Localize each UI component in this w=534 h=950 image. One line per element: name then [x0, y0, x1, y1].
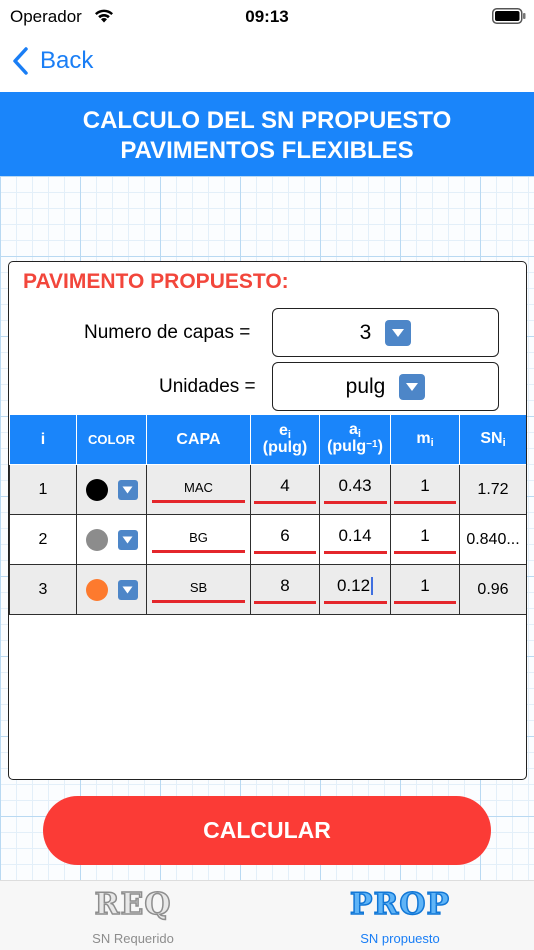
header-coefficient: ai (pulg−1): [319, 414, 391, 465]
chevron-down-icon[interactable]: [117, 479, 138, 500]
layers-count-select[interactable]: 3: [272, 308, 499, 357]
color-swatch: [85, 578, 108, 601]
chevron-down-icon: [385, 319, 412, 346]
header-a-exp: −1: [366, 439, 378, 450]
row-thickness-cell: 4: [250, 464, 320, 515]
header-i: i: [9, 414, 77, 465]
req-icon: REQ: [94, 887, 172, 922]
row-coefficient-cell: 0.43: [319, 464, 391, 515]
row-coefficient-cell: 0.14: [319, 514, 391, 565]
header-a: a: [349, 421, 358, 438]
coefficient-input[interactable]: 0.43: [323, 476, 387, 504]
layer-name-input[interactable]: BG: [152, 527, 245, 553]
row-layer-cell: SB: [146, 564, 251, 615]
prop-icon: PROP: [349, 887, 451, 922]
coefficient-input[interactable]: 0.14: [323, 526, 387, 554]
thickness-input[interactable]: 6: [254, 526, 316, 554]
color-swatch: [85, 528, 108, 551]
text-cursor: [371, 577, 374, 596]
page-title-line-2: PAVIMENTOS FLEXIBLES: [120, 137, 414, 164]
row-drainage-cell: 1: [390, 564, 460, 615]
row-coefficient-cell: 0.12: [319, 564, 391, 615]
layer-name-input[interactable]: MAC: [152, 477, 245, 503]
row-index: 2: [9, 514, 77, 565]
thickness-input[interactable]: 4: [254, 476, 316, 504]
row-layer-cell: BG: [146, 514, 251, 565]
section-title: PAVIMENTO PROPUESTO:: [23, 270, 289, 293]
drainage-input[interactable]: 1: [394, 576, 456, 604]
units-label: Unidades =: [159, 376, 256, 397]
header-e-sub: i: [287, 429, 291, 441]
row-thickness-cell: 6: [250, 514, 320, 565]
row-drainage-cell: 1: [390, 514, 460, 565]
table-row: 3 SB 8 0.12 1 0.96: [9, 564, 526, 615]
back-button[interactable]: Back: [10, 44, 93, 78]
tab-sn-requerido[interactable]: REQ SN Requerido: [33, 887, 233, 946]
calculate-button[interactable]: CALCULAR: [43, 796, 491, 865]
row-sn-value: 0.840...: [459, 514, 526, 565]
header-m: m: [416, 430, 431, 447]
tab-sn-propuesto[interactable]: PROP SN propuesto: [300, 887, 500, 946]
tab-label: SN Requerido: [92, 931, 174, 946]
drainage-input[interactable]: 1: [394, 526, 456, 554]
tab-label: SN propuesto: [360, 931, 440, 946]
layers-table: i COLOR CAPA ei (pulg) ai (pulg−1) mi SN…: [9, 414, 526, 615]
row-index: 1: [9, 464, 77, 515]
row-index: 3: [9, 564, 77, 615]
tab-bar: REQ SN Requerido PROP SN propuesto: [0, 880, 534, 950]
header-capa: CAPA: [146, 414, 251, 465]
chevron-down-icon[interactable]: [117, 529, 138, 550]
chevron-down-icon: [399, 373, 426, 400]
navigation-bar: Back: [0, 34, 534, 92]
page-title-line-1: CALCULO DEL SN PROPUESTO: [82, 107, 452, 134]
header-m-sub: i: [430, 437, 434, 449]
table-row: 1 MAC 4 0.43 1 1.72: [9, 464, 526, 515]
row-color-cell: [76, 514, 147, 565]
header-e: e: [279, 422, 288, 439]
row-thickness-cell: 8: [250, 564, 320, 615]
header-e-unit: (pulg): [262, 439, 308, 456]
header-thickness: ei (pulg): [250, 414, 320, 465]
layers-count-label: Numero de capas =: [84, 322, 251, 343]
battery-icon: [492, 8, 526, 24]
coefficient-value: 0.12: [336, 575, 371, 595]
color-swatch: [85, 478, 108, 501]
header-sn: SNi: [459, 414, 526, 465]
header-sn-label: SN: [480, 430, 503, 447]
chevron-down-icon[interactable]: [117, 579, 138, 600]
layers-count-value: 3: [359, 320, 372, 344]
back-label: Back: [40, 47, 94, 74]
drainage-input[interactable]: 1: [394, 476, 456, 504]
header-a-unit: (pulg: [327, 438, 367, 455]
row-color-cell: [76, 464, 147, 515]
clock: 09:13: [245, 7, 289, 26]
chevron-left-icon: [13, 47, 28, 75]
row-color-cell: [76, 564, 147, 615]
page-title: CALCULO DEL SN PROPUESTO PAVIMENTOS FLEX…: [0, 92, 534, 176]
row-layer-cell: MAC: [146, 464, 251, 515]
status-bar: Operador 09:13: [0, 0, 534, 34]
units-select[interactable]: pulg: [272, 362, 499, 411]
header-drainage: mi: [390, 414, 460, 465]
calculate-label: CALCULAR: [203, 817, 331, 843]
header-a-close: ): [377, 438, 383, 455]
table-header-row: i COLOR CAPA ei (pulg) ai (pulg−1) mi SN…: [9, 414, 526, 465]
thickness-input[interactable]: 8: [254, 576, 316, 604]
header-color: COLOR: [76, 414, 147, 465]
row-sn-value: 1.72: [459, 464, 526, 515]
row-drainage-cell: 1: [390, 464, 460, 515]
row-sn-value: 0.96: [459, 564, 526, 615]
layer-name-input[interactable]: SB: [152, 577, 245, 603]
table-row: 2 BG 6 0.14 1 0.840...: [9, 514, 526, 565]
coefficient-input-focused[interactable]: 0.12: [323, 575, 387, 604]
header-sn-sub: i: [502, 437, 506, 449]
header-a-sub: i: [357, 428, 361, 440]
units-value: pulg: [345, 374, 386, 398]
proposed-pavement-card: PAVIMENTO PROPUESTO: Numero de capas = 3…: [8, 261, 527, 780]
